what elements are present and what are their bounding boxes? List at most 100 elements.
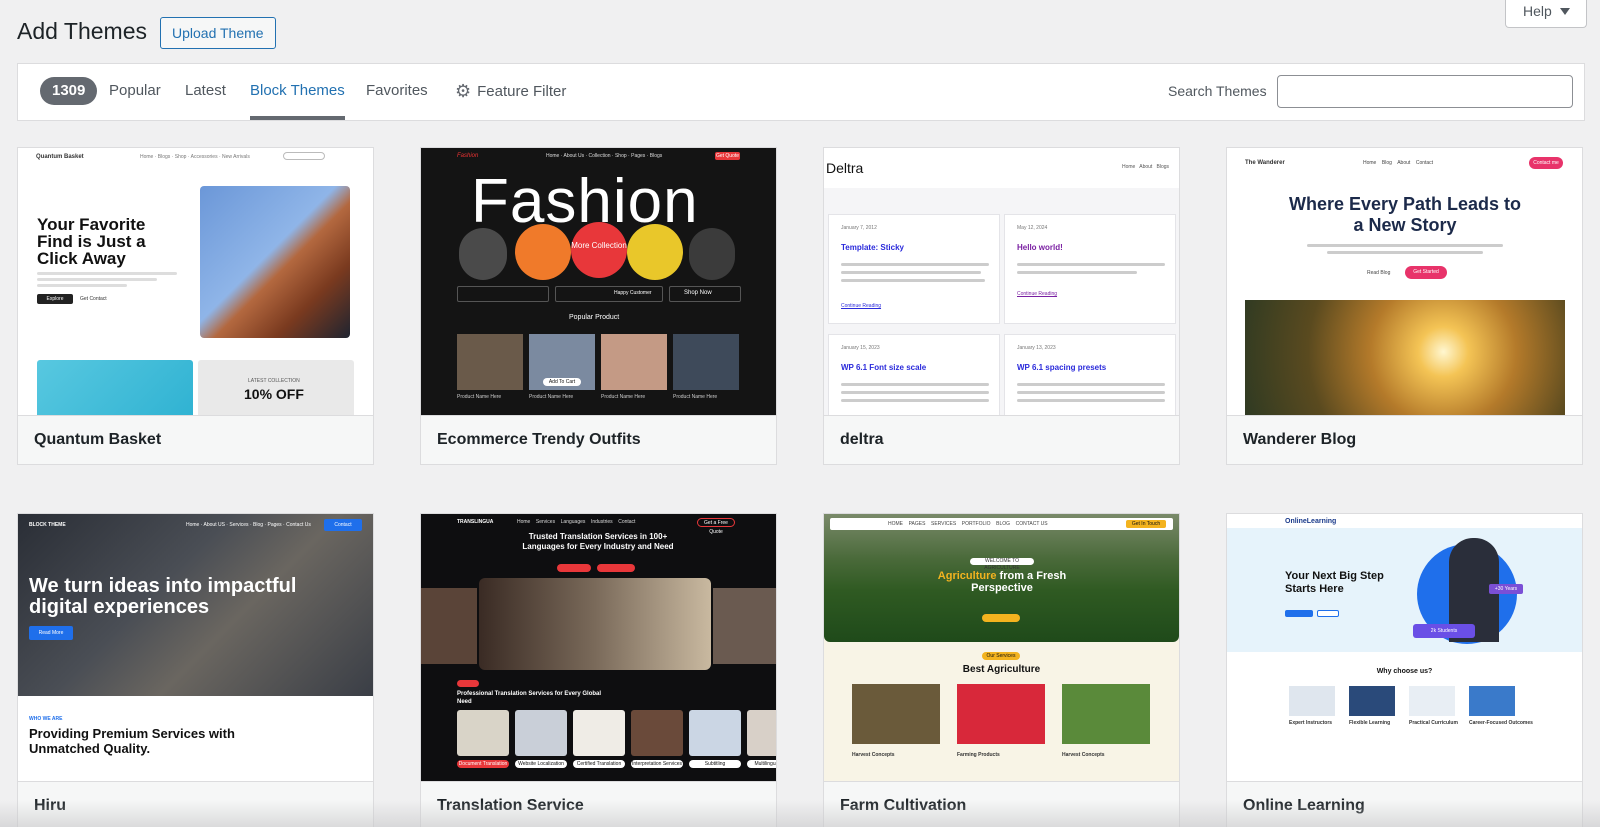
- preview-feature-title: Expert Instructors: [1289, 720, 1333, 726]
- preview-promo-card: LATEST COLLECTION 10% OFF: [198, 360, 354, 415]
- preview-headline: We turn ideas into impactful digital exp…: [29, 575, 297, 618]
- theme-screenshot[interactable]: The Wanderer Home Blog About Contact Con…: [1227, 148, 1582, 415]
- theme-count-badge: 1309: [40, 77, 98, 105]
- theme-card-quantum-basket[interactable]: Quantum Basket Home · Blogs · Shop · Acc…: [17, 147, 374, 465]
- preview-model: [627, 224, 683, 280]
- upload-theme-button[interactable]: Upload Theme: [160, 17, 276, 49]
- preview-product: [457, 334, 523, 390]
- preview-btn: [597, 564, 635, 572]
- preview-text: [37, 272, 177, 275]
- preview-hero-image: [200, 186, 350, 338]
- preview-headline: Agriculture from a Fresh Perspective: [937, 570, 1067, 594]
- preview-more-collection: More Collection: [571, 222, 627, 278]
- theme-card-translation-service[interactable]: TRANSLINGUA Home Services Languages Indu…: [420, 513, 777, 827]
- tab-block-themes[interactable]: Block Themes: [250, 64, 345, 120]
- preview-feature-image: [1469, 686, 1515, 716]
- preview-product-name: Product Name Here: [529, 394, 574, 400]
- preview-nav: Home About Blogs: [1122, 164, 1170, 170]
- preview-kicker: WHO WE ARE: [29, 716, 63, 722]
- preview-text: [1307, 244, 1503, 247]
- preview-kicker: WELCOME TO AGRICULTURE: [970, 558, 1034, 571]
- preview-sub: Professional Translation Services for Ev…: [457, 691, 602, 705]
- theme-screenshot[interactable]: TRANSLINGUA Home Services Languages Indu…: [421, 514, 776, 781]
- preview-hero-image: [479, 578, 711, 670]
- tab-latest[interactable]: Latest: [185, 64, 226, 120]
- preview-product: Add To Cart: [529, 334, 595, 390]
- preview-shop-box: Shop Now: [669, 286, 741, 302]
- preview-brand: TRANSLINGUA: [457, 519, 494, 525]
- preview-btn: [1285, 610, 1313, 617]
- search-themes-input[interactable]: [1277, 75, 1573, 108]
- preview-image: [421, 588, 477, 664]
- preview-cta: Get In Touch: [1126, 520, 1166, 528]
- preview-section-title: Why choose us?: [1376, 668, 1433, 675]
- feature-filter-button[interactable]: ⚙ Feature Filter: [455, 64, 566, 120]
- theme-card-online-learning[interactable]: OnlineLearning Your Next Big Step Starts…: [1226, 513, 1583, 827]
- search-label: Search Themes: [1168, 83, 1267, 99]
- preview-text: [1327, 251, 1483, 254]
- preview-nav: Home · About US · Services · Blog · Page…: [186, 522, 311, 528]
- help-button[interactable]: Help: [1505, 0, 1587, 28]
- preview-search: [283, 152, 325, 160]
- preview-btn: [982, 614, 1020, 622]
- preview-product: [673, 334, 739, 390]
- preview-card-image: [852, 684, 940, 744]
- preview-brand: The Wanderer: [1245, 160, 1285, 166]
- preview-card-image: [957, 684, 1045, 744]
- preview-nav: Home Services Languages Industries Conta…: [517, 519, 636, 525]
- preview-section-title: Popular Product: [569, 314, 620, 321]
- preview-service-card: [573, 710, 625, 756]
- preview-link: Get Contact: [80, 296, 107, 302]
- feature-filter-label: Feature Filter: [477, 83, 567, 100]
- preview-feature-image: [1349, 686, 1395, 716]
- theme-screenshot[interactable]: Deltra Home About Blogs January 7, 2012 …: [824, 148, 1179, 415]
- preview-btn: [1317, 610, 1339, 617]
- preview-feature-title: Practical Curriculum: [1409, 720, 1458, 726]
- theme-screenshot[interactable]: Fashion Home · About Us · Collection · S…: [421, 148, 776, 415]
- theme-card-hiru[interactable]: BLOCK THEME Home · About US · Services ·…: [17, 513, 374, 827]
- gear-icon: ⚙: [455, 81, 472, 101]
- theme-screenshot[interactable]: Quantum Basket Home · Blogs · Shop · Acc…: [18, 148, 373, 415]
- preview-text: [37, 278, 157, 281]
- preview-nav: Home · About Us · Collection · Shop · Pa…: [546, 153, 663, 159]
- theme-name: Quantum Basket: [18, 415, 373, 464]
- preview-btn: [557, 564, 591, 572]
- preview-chip: Subtitling: [689, 760, 741, 768]
- preview-service-card: [515, 710, 567, 756]
- preview-sub: Providing Premium Services with Unmatche…: [29, 726, 235, 756]
- theme-card-ecommerce-trendy-outfits[interactable]: Fashion Home · About Us · Collection · S…: [420, 147, 777, 465]
- preview-tag: [457, 680, 479, 687]
- theme-screenshot[interactable]: HOME PAGES SERVICES PORTFOLIO BLOG CONTA…: [824, 514, 1179, 781]
- preview-years: +30 Years: [1489, 584, 1523, 594]
- preview-start: Get Started: [1405, 266, 1447, 279]
- preview-chip: Interpretation Services: [631, 760, 683, 768]
- theme-screenshot[interactable]: BLOCK THEME Home · About US · Services ·…: [18, 514, 373, 781]
- preview-brand: Quantum Basket: [36, 154, 84, 160]
- theme-name: Wanderer Blog: [1227, 415, 1582, 464]
- preview-model: [689, 228, 735, 280]
- preview-card-image: [1062, 684, 1150, 744]
- tab-popular[interactable]: Popular: [109, 64, 161, 120]
- theme-screenshot[interactable]: OnlineLearning Your Next Big Step Starts…: [1227, 514, 1582, 781]
- preview-post-card: January 7, 2012 Template: Sticky Continu…: [828, 214, 1000, 324]
- preview-read-more: Read More: [29, 626, 73, 640]
- preview-brand: OnlineLearning: [1285, 518, 1337, 525]
- preview-read: Read Blog: [1367, 270, 1391, 276]
- preview-feature-title: Flexible Learning: [1349, 720, 1391, 726]
- preview-promo-image: [37, 360, 193, 415]
- preview-feature-image: [1409, 686, 1455, 716]
- preview-nav: Home · Blogs · Shop · Accessories · New …: [140, 154, 250, 160]
- theme-card-farm-cultivation[interactable]: HOME PAGES SERVICES PORTFOLIO BLOG CONTA…: [823, 513, 1180, 827]
- preview-headline: Your Next Big Step Starts Here: [1285, 570, 1384, 595]
- theme-card-deltra[interactable]: Deltra Home About Blogs January 7, 2012 …: [823, 147, 1180, 465]
- theme-name: deltra: [824, 415, 1179, 464]
- preview-card-title: Farming Products: [957, 752, 1000, 758]
- preview-hero-image: [1245, 300, 1565, 415]
- preview-section-title: Best Agriculture: [962, 664, 1041, 675]
- theme-card-wanderer-blog[interactable]: The Wanderer Home Blog About Contact Con…: [1226, 147, 1583, 465]
- page-title: Add Themes: [17, 18, 147, 44]
- theme-filter-bar: 1309 Popular Latest Block Themes Favorit…: [17, 63, 1585, 121]
- preview-cta: Get a Free Quote: [697, 518, 735, 535]
- preview-chip: Certified Translation: [573, 760, 625, 768]
- tab-favorites[interactable]: Favorites: [366, 64, 428, 120]
